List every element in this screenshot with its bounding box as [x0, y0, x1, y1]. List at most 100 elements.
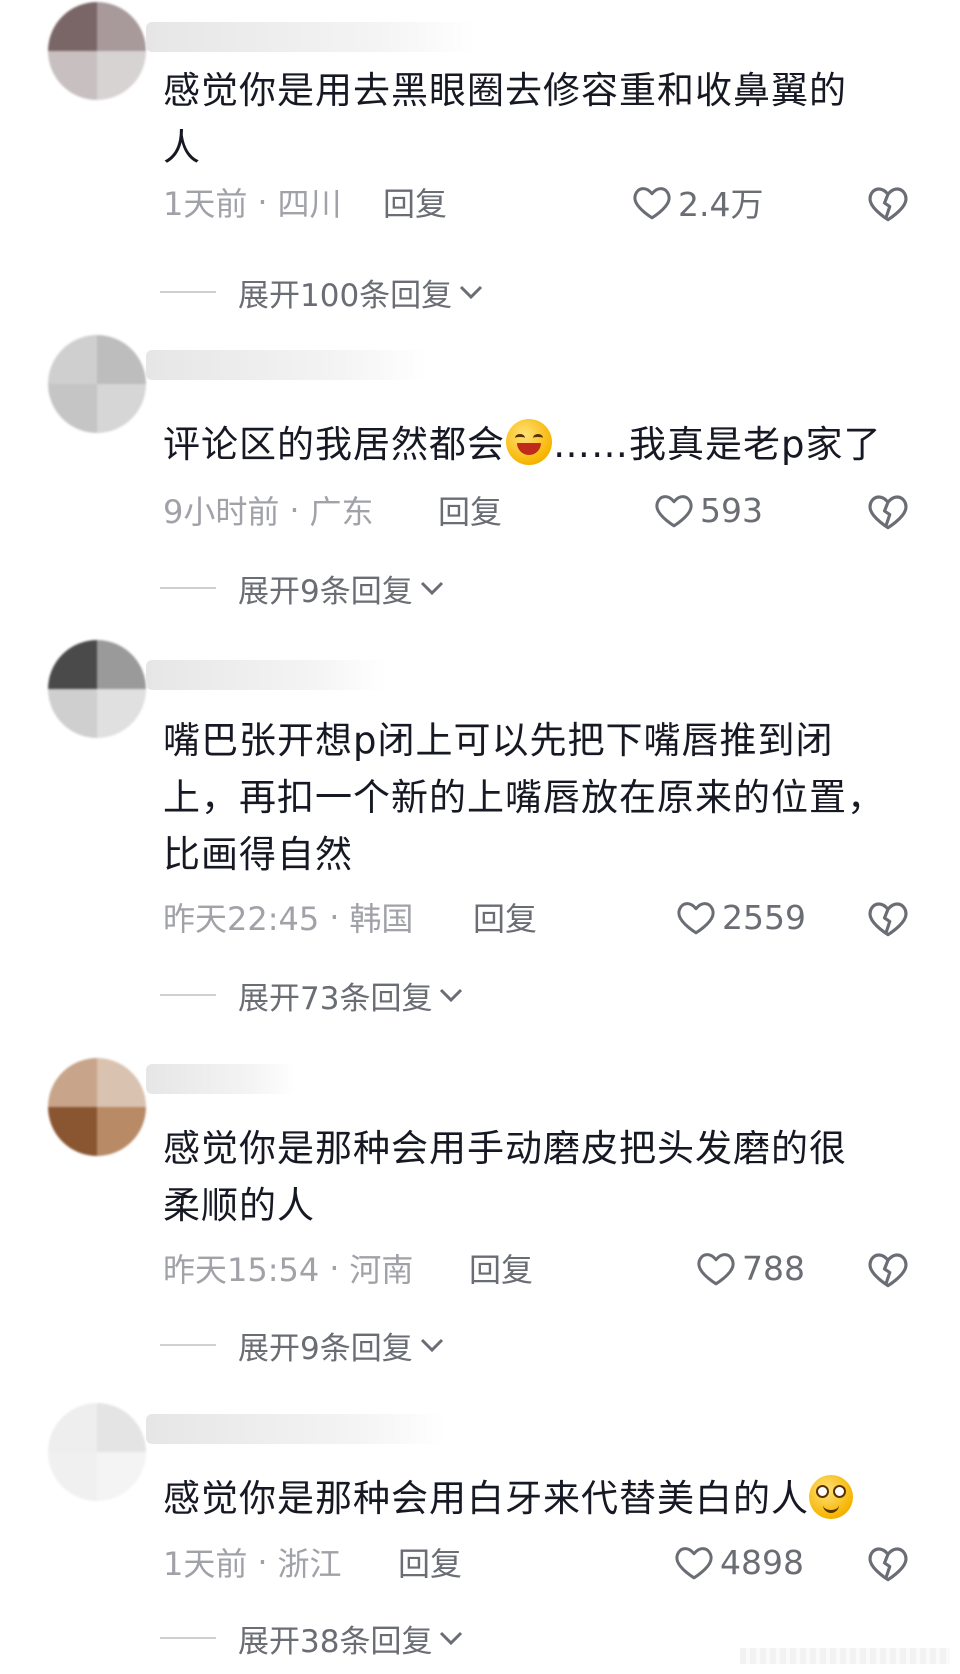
avatar-pixel	[97, 335, 146, 384]
avatar[interactable]	[48, 640, 146, 738]
comment-meta: 1天前 · 四川 回复	[163, 180, 447, 224]
like-count: 2.4万	[678, 185, 764, 224]
avatar-pixel	[48, 1452, 97, 1501]
comment-text: 嘴巴张开想p闭上可以先把下嘴唇推到闭上，再扣一个新的上嘴唇放在原来的位置，比画得…	[163, 719, 885, 876]
meta-separator: ·	[329, 1249, 340, 1287]
comment-text: 感觉你是那种会用手动磨皮把头发磨的很柔顺的人	[163, 1127, 847, 1227]
expand-replies-label: 展开38条回复	[238, 1623, 433, 1660]
comment-time: 1天前	[163, 185, 248, 223]
reply-button[interactable]: 回复	[438, 487, 502, 533]
comment-location: 四川	[277, 185, 342, 223]
like-button[interactable]: 4898	[674, 1540, 804, 1584]
expand-replies-button[interactable]: 展开73条回复	[160, 975, 464, 1017]
avatar[interactable]	[48, 1403, 146, 1501]
comment-time: 昨天15:54	[163, 1251, 320, 1289]
expand-replies-label: 展开9条回复	[238, 573, 413, 610]
divider-line	[160, 291, 216, 293]
comment-time: 9小时前	[163, 493, 280, 531]
avatar-pixel	[97, 2, 146, 51]
chevron-down-icon	[460, 285, 483, 300]
comment-meta: 1天前 · 浙江 回复	[163, 1540, 462, 1584]
chevron-down-icon	[440, 1631, 463, 1646]
heart-outline-icon	[655, 495, 693, 528]
avatar-pixel	[48, 689, 97, 738]
expand-replies-button[interactable]: 展开100条回复	[160, 272, 484, 314]
avatar-pixel	[48, 640, 97, 689]
like-button[interactable]: 788	[696, 1246, 805, 1290]
divider-line	[160, 1344, 216, 1346]
avatar-pixel	[48, 1107, 97, 1156]
username-blurred[interactable]	[146, 22, 476, 52]
comment-location: 广东	[309, 493, 374, 531]
avatar-pixel	[97, 689, 146, 738]
avatar-pixel	[48, 2, 97, 51]
heart-outline-icon	[675, 1547, 713, 1580]
avatar-pixel	[48, 384, 97, 433]
meta-separator: ·	[257, 183, 268, 221]
username-blurred[interactable]	[146, 660, 386, 690]
chevron-down-icon	[440, 988, 463, 1003]
avatar-pixel	[97, 384, 146, 433]
broken-heart-icon[interactable]	[867, 897, 909, 939]
meta-separator: ·	[257, 1543, 268, 1581]
heart-outline-icon	[697, 1253, 735, 1286]
like-count: 2559	[722, 897, 806, 937]
reply-button[interactable]: 回复	[383, 179, 447, 225]
comment-location: 韩国	[349, 900, 414, 938]
heart-outline-icon	[633, 187, 671, 220]
comment-location: 河南	[349, 1251, 414, 1289]
comment-time: 1天前	[163, 1545, 248, 1583]
username-blurred[interactable]	[146, 1414, 446, 1444]
like-count: 788	[742, 1248, 805, 1288]
broken-heart-icon[interactable]	[867, 1542, 909, 1584]
expand-replies-label: 展开73条回复	[238, 980, 433, 1017]
like-button[interactable]: 2.4万	[632, 180, 763, 224]
like-button[interactable]: 593	[654, 488, 763, 532]
comment-text-part: ……我真是老p家了	[553, 423, 882, 466]
reply-button[interactable]: 回复	[473, 894, 537, 940]
reply-button[interactable]: 回复	[398, 1539, 462, 1585]
avatar-pixel	[97, 1107, 146, 1156]
avatar-pixel	[48, 1058, 97, 1107]
broken-heart-icon[interactable]	[867, 182, 909, 224]
chevron-down-icon	[420, 581, 443, 596]
avatar[interactable]	[48, 335, 146, 433]
expand-replies-button[interactable]: 展开9条回复	[160, 568, 445, 610]
expand-replies-label: 展开100条回复	[238, 277, 453, 314]
divider-line	[160, 1637, 216, 1639]
comment-time: 昨天22:45	[163, 900, 320, 938]
avatar[interactable]	[48, 1058, 146, 1156]
meta-separator: ·	[329, 898, 340, 936]
comment-text-part: 感觉你是那种会用白牙来代替美白的人	[163, 1477, 809, 1520]
chevron-down-icon	[420, 1338, 443, 1353]
woozy-face-emoji	[809, 1475, 853, 1519]
comment-meta: 9小时前 · 广东 回复	[163, 488, 502, 532]
expand-replies-button[interactable]: 展开9条回复	[160, 1325, 445, 1367]
grinning-sweat-emoji	[506, 419, 552, 465]
expand-replies-button[interactable]: 展开38条回复	[160, 1618, 464, 1660]
like-button[interactable]: 2559	[676, 895, 806, 939]
meta-separator: ·	[289, 491, 300, 529]
avatar-pixel	[48, 335, 97, 384]
comment-location: 浙江	[277, 1545, 342, 1583]
avatar-pixel	[48, 1403, 97, 1452]
avatar-pixel	[97, 1058, 146, 1107]
broken-heart-icon[interactable]	[867, 490, 909, 532]
divider-line	[160, 994, 216, 996]
username-blurred[interactable]	[146, 350, 426, 380]
watermark	[740, 1648, 950, 1664]
divider-line	[160, 587, 216, 589]
comment-meta: 昨天15:54 · 河南 回复	[163, 1246, 533, 1290]
broken-heart-icon[interactable]	[867, 1248, 909, 1290]
comment-text: 感觉你是那种会用白牙来代替美白的人	[163, 1470, 903, 1527]
avatar-pixel	[97, 1403, 146, 1452]
avatar-pixel	[97, 1452, 146, 1501]
avatar[interactable]	[48, 2, 146, 100]
comment-text: 感觉你是用去黑眼圈去修容重和收鼻翼的人	[163, 69, 847, 169]
avatar-pixel	[97, 51, 146, 100]
expand-replies-label: 展开9条回复	[238, 1330, 413, 1367]
like-count: 593	[700, 490, 763, 530]
avatar-pixel	[48, 51, 97, 100]
reply-button[interactable]: 回复	[469, 1245, 533, 1291]
username-blurred[interactable]	[146, 1064, 296, 1094]
